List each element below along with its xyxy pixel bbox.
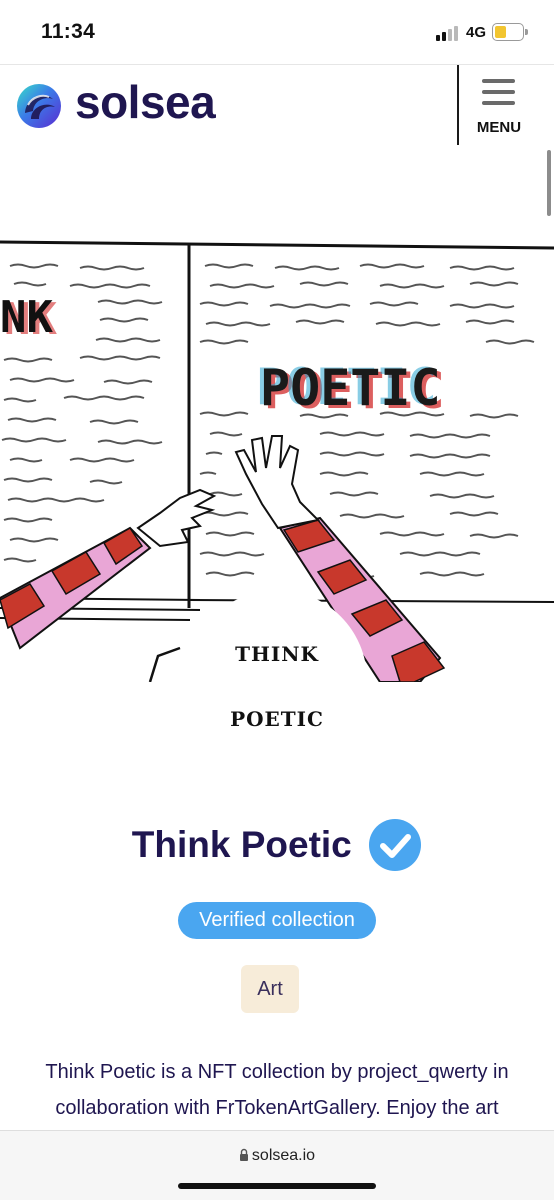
banner-text-right: POETIC <box>260 359 441 417</box>
cellular-signal-icon <box>436 25 462 41</box>
collection-description: Think Poetic is a NFT collection by proj… <box>45 1061 509 1119</box>
network-type: 4G <box>466 24 487 41</box>
avatar-text-line2: POETIC <box>230 707 324 731</box>
browser-address-bar[interactable]: solsea.io <box>0 1130 554 1200</box>
url-row[interactable]: solsea.io <box>0 1147 554 1165</box>
url-text: solsea.io <box>251 1147 316 1164</box>
status-time: 11:34 <box>41 20 96 43</box>
logo-wordmark[interactable]: solsea <box>75 75 216 129</box>
category-tag-art[interactable]: Art <box>241 965 299 1013</box>
left-arm-illustration <box>0 488 217 650</box>
menu-label: MENU <box>476 119 522 136</box>
verified-collection-badge: Verified collection <box>178 902 376 939</box>
menu-button[interactable]: MENU <box>459 65 539 145</box>
banner-text-left-shadow: NK <box>0 292 53 343</box>
hamburger-icon <box>482 79 515 105</box>
avatar-text-line1: THINK <box>235 642 319 666</box>
collection-title-row: Think Poetic <box>0 818 554 878</box>
status-bar: 11:34 4G <box>0 0 554 64</box>
battery-icon <box>492 23 528 41</box>
site-header: solsea MENU <box>0 64 554 146</box>
solsea-logo-icon[interactable] <box>16 83 62 129</box>
lock-icon <box>239 1148 248 1161</box>
verified-check-icon <box>369 819 422 871</box>
page-scrollbar[interactable] <box>547 150 551 216</box>
home-indicator[interactable] <box>178 1183 376 1189</box>
collection-avatar: THINK POETIC <box>187 590 367 770</box>
collection-title: Think Poetic <box>131 824 352 865</box>
